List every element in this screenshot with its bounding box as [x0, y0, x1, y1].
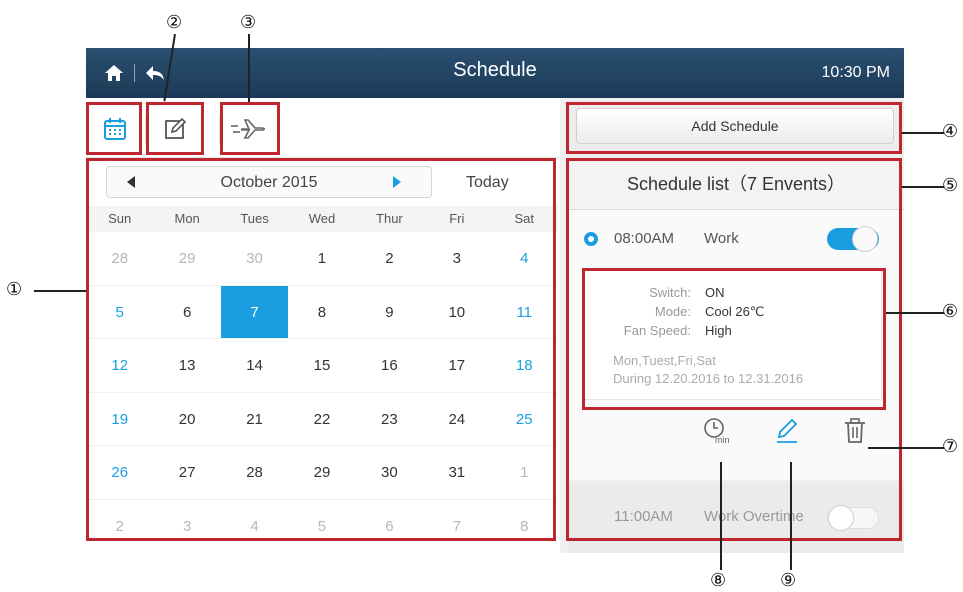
callout-line: [248, 34, 250, 102]
callout-number: ③: [240, 12, 257, 33]
callout-number: ④: [942, 121, 959, 142]
callout-box-details: [582, 268, 886, 410]
clock: 10:30 PM: [821, 64, 890, 81]
callout-number: ⑥: [942, 301, 959, 322]
callout-number: ②: [166, 12, 183, 33]
callout-number: ⑦: [942, 436, 959, 457]
callout-line: [868, 447, 944, 449]
callout-number: ①: [6, 279, 23, 300]
callout-line: [902, 132, 944, 134]
callout-line: [886, 312, 944, 314]
callout-box-calendar-tab: [86, 102, 142, 155]
callout-line: [902, 186, 944, 188]
callout-number: ⑨: [780, 570, 797, 591]
callout-box-calendar: [86, 158, 556, 541]
callout-number: ⑧: [710, 570, 727, 591]
callout-line: [720, 462, 722, 570]
callout-line: [34, 290, 86, 292]
title-bar: Schedule 10:30 PM: [86, 48, 904, 98]
page-title: Schedule: [453, 59, 537, 81]
callout-number: ⑤: [942, 175, 959, 196]
callout-box-away-tab: [220, 102, 280, 155]
callout-line: [790, 462, 792, 570]
callout-box-edit-tab: [146, 102, 204, 155]
callout-box-add-schedule: [566, 102, 902, 154]
